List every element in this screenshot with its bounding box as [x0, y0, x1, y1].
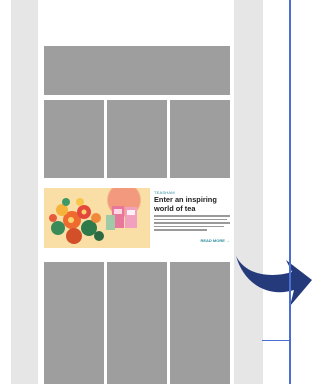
- grid-tile[interactable]: [170, 262, 230, 384]
- grid-tile[interactable]: [44, 100, 104, 178]
- promo-body-line: [154, 222, 230, 224]
- tea-illustration-art: [44, 188, 150, 248]
- divider-horizontal: [262, 340, 290, 341]
- left-margin: [0, 0, 11, 384]
- grid-tile[interactable]: [170, 100, 230, 178]
- promo-body-line: [154, 225, 224, 228]
- curved-arrow-right-icon: [236, 256, 312, 306]
- page-gutter-left: [11, 0, 38, 384]
- grid-tile[interactable]: [44, 262, 104, 384]
- hero-image-placeholder[interactable]: [44, 46, 230, 95]
- promo-text: TEASHAM Enter an inspiring world of tea: [154, 190, 230, 231]
- promo-read-more-link[interactable]: READ MORE →: [200, 238, 230, 243]
- promo-card[interactable]: TEASHAM Enter an inspiring world of tea …: [44, 186, 230, 250]
- promo-body-line: [154, 229, 208, 231]
- grid-tile[interactable]: [107, 262, 167, 384]
- tea-illustration: [44, 188, 150, 248]
- promo-body-line: [154, 218, 227, 221]
- promo-headline[interactable]: Enter an inspiring world of tea: [154, 195, 230, 213]
- grid-tile[interactable]: [107, 100, 167, 178]
- page-gutter-right: [234, 0, 263, 384]
- divider-vertical: [289, 0, 291, 384]
- promo-body-line: [154, 215, 230, 217]
